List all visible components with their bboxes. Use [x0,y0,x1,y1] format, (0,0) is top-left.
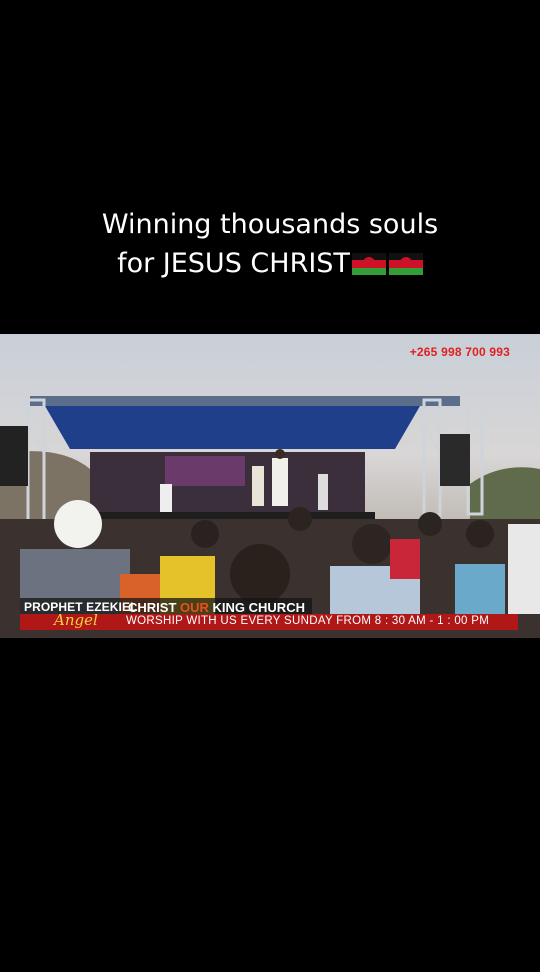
video-frame[interactable]: +265 998 700 993 PROPHET EZEKIEL Angel C… [0,334,540,638]
video-caption: Winning thousands souls for JESUS CHRIST [0,205,540,283]
church-name-our: OUR [180,600,209,615]
church-name: CHRIST OUR KING CHURCH [128,600,305,615]
concert-scene-image [0,396,540,638]
phone-number-overlay: +265 998 700 993 [409,345,510,359]
malawi-flag-icon [388,253,423,275]
church-name-part-3: KING CHURCH [212,600,305,615]
angel-script: Angel [54,611,98,629]
malawi-flag-icon [351,253,386,275]
lower-third-banner: PROPHET EZEKIEL Angel CHRIST OUR KING CH… [20,598,518,630]
worship-schedule: WORSHIP WITH US EVERY SUNDAY FROM 8 : 30… [126,615,490,627]
church-name-part-1: CHRIST [128,600,177,615]
caption-line-1: Winning thousands souls [101,209,439,240]
caption-line-2: for JESUS CHRIST [0,244,540,283]
caption-line-2-text: for JESUS CHRIST [117,248,350,279]
